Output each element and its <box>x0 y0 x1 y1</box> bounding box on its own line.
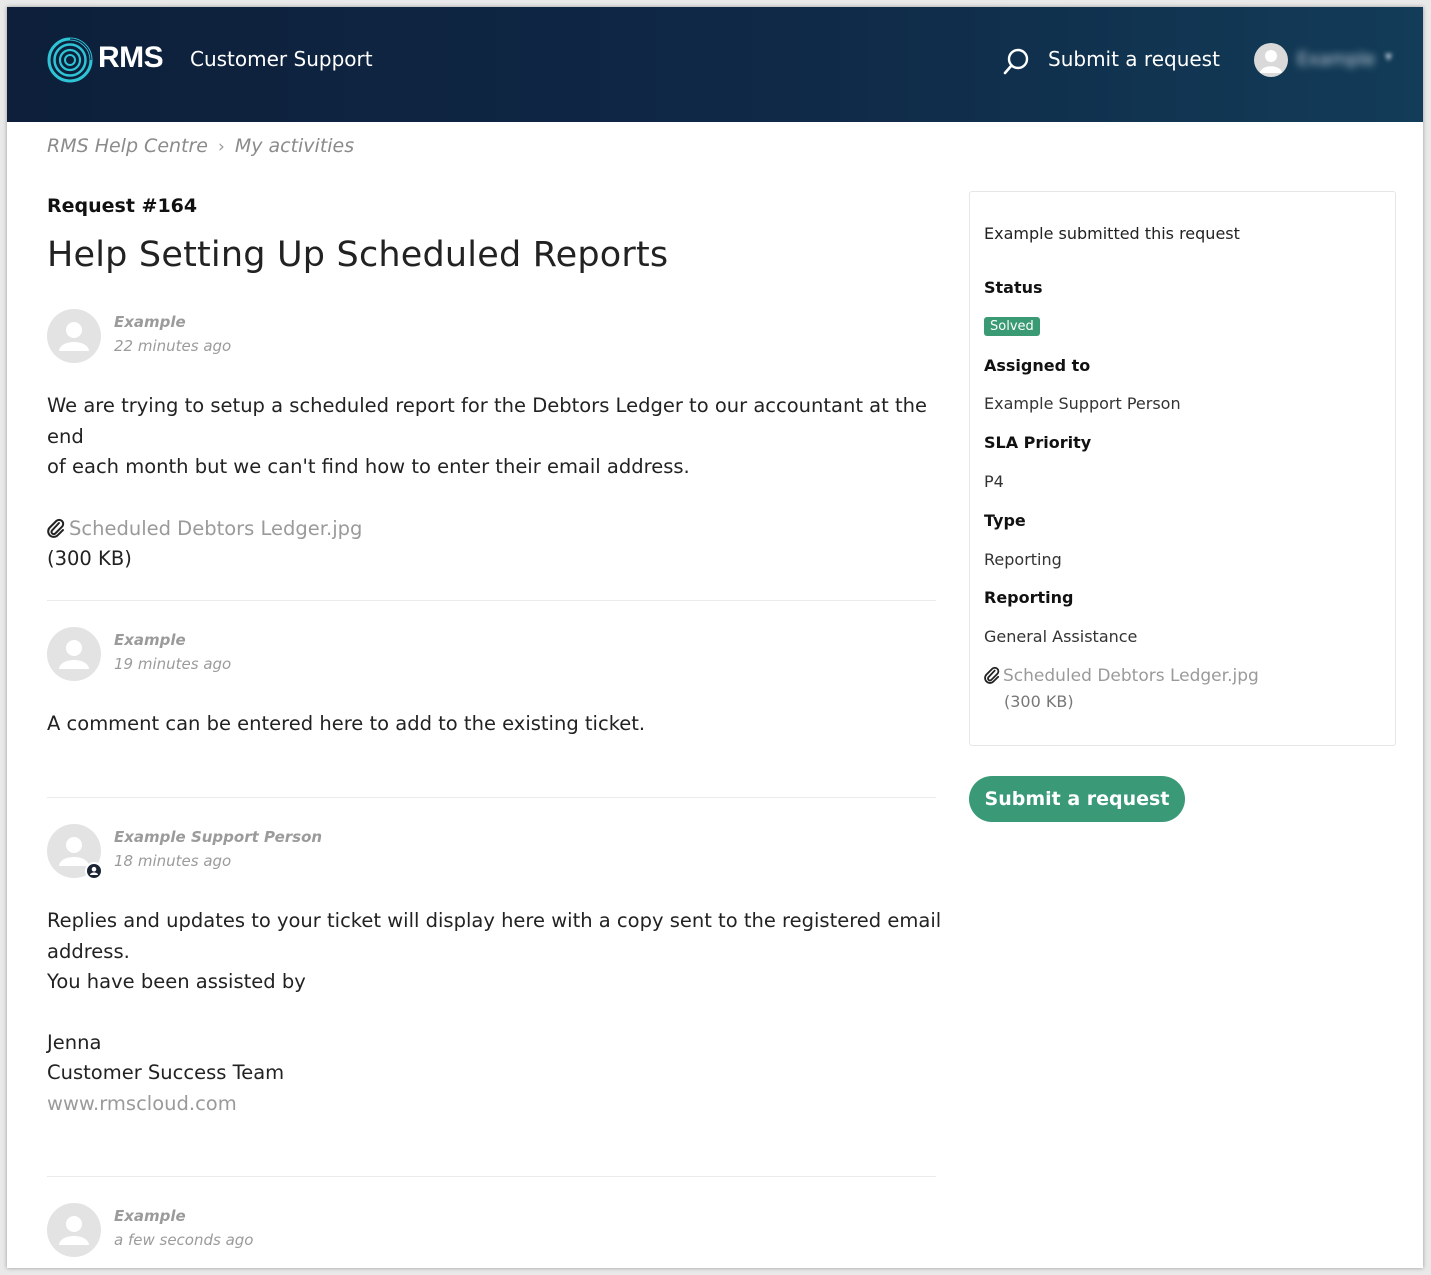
comment-time: 22 minutes ago <box>114 337 232 355</box>
attachment-size: (300 KB) <box>47 547 132 570</box>
paperclip-icon <box>984 666 1000 684</box>
comment-author: Example <box>114 1207 186 1225</box>
comment-item: Example 19 minutes ago A comment can be … <box>47 627 936 777</box>
comment-line: Replies and updates to your ticket will … <box>47 909 942 932</box>
comment-body: Replies and updates to your ticket will … <box>47 906 942 1119</box>
status-label: Status <box>984 278 1043 297</box>
search-icon[interactable] <box>1002 47 1030 77</box>
avatar <box>47 309 101 363</box>
avatar <box>47 1203 101 1257</box>
attachment-link[interactable]: Scheduled Debtors Ledger.jpg <box>47 514 942 545</box>
type-label: Type <box>984 511 1026 530</box>
comment-time: 19 minutes ago <box>114 655 232 673</box>
comment-line: We are trying to setup a scheduled repor… <box>47 394 927 448</box>
avatar <box>47 627 101 681</box>
paperclip-icon <box>47 518 65 538</box>
breadcrumb-current-link[interactable]: My activities <box>235 135 354 157</box>
user-name[interactable]: Example <box>1297 49 1375 70</box>
assigned-value: Example Support Person <box>984 394 1181 413</box>
brand-name[interactable]: RMS <box>98 41 164 75</box>
comment-line: Jenna <box>47 1030 102 1054</box>
comment-line: address. <box>47 939 130 963</box>
avatar-icon <box>59 322 89 351</box>
header-title[interactable]: Customer Support <box>190 47 373 71</box>
comment-line: Customer Success Team <box>47 1061 285 1084</box>
submitted-by-text: Example submitted this request <box>984 224 1240 243</box>
comment-line: of each month but we can't find how to e… <box>47 455 690 478</box>
site-header: RMS Customer Support Submit a request Ex… <box>7 7 1423 122</box>
comment-line: You have been assisted by <box>47 970 306 993</box>
comment-author: Example <box>114 313 186 331</box>
comment-author: Example Support Person <box>114 828 323 846</box>
attachment-name[interactable]: Scheduled Debtors Ledger.jpg <box>69 517 362 540</box>
page-title: Help Setting Up Scheduled Reports <box>47 235 669 275</box>
comment-body: We are trying to setup a scheduled repor… <box>47 391 942 575</box>
sla-priority-label: SLA Priority <box>984 433 1092 452</box>
request-details-panel: Example submitted this request Status So… <box>969 191 1396 746</box>
website-link[interactable]: www.rmscloud.com <box>47 1089 942 1120</box>
breadcrumb-home-link[interactable]: RMS Help Centre <box>47 135 208 157</box>
sidebar-attachment-link[interactable]: Scheduled Debtors Ledger.jpg <box>984 666 1259 686</box>
header-submit-request-link[interactable]: Submit a request <box>1048 47 1220 71</box>
sidebar-attachment-size: (300 KB) <box>1004 692 1074 711</box>
request-number: Request #164 <box>47 195 198 217</box>
breadcrumb: RMS Help Centre › My activities <box>47 135 354 157</box>
submit-request-button[interactable]: Submit a request <box>969 776 1185 822</box>
comment-divider <box>47 797 936 798</box>
agent-badge-icon <box>85 862 103 880</box>
user-avatar[interactable] <box>1254 43 1288 77</box>
avatar-icon <box>59 1216 89 1245</box>
comment-item: Example 22 minutes ago We are trying to … <box>47 309 936 570</box>
type-value: Reporting <box>984 550 1062 569</box>
assigned-label: Assigned to <box>984 356 1091 375</box>
sla-priority-value: P4 <box>984 472 1004 491</box>
comment-divider <box>47 1176 936 1177</box>
avatar-icon <box>59 640 89 669</box>
comment-time: 18 minutes ago <box>114 852 232 870</box>
comment-body: A comment can be entered here to add to … <box>47 709 942 740</box>
rms-logo-icon[interactable] <box>47 37 93 83</box>
comment-line <box>47 998 942 1028</box>
sidebar-attachment-name[interactable]: Scheduled Debtors Ledger.jpg <box>1003 666 1259 686</box>
comment-line: A comment can be entered here to add to … <box>47 712 646 735</box>
page-frame: RMS Customer Support Submit a request Ex… <box>7 7 1423 1268</box>
avatar-icon <box>1260 50 1282 73</box>
status-badge: Solved <box>984 317 1040 336</box>
comment-item: Example a few seconds ago <box>47 1203 936 1263</box>
comment-divider <box>47 600 936 601</box>
breadcrumb-separator: › <box>218 137 225 157</box>
reporting-value: General Assistance <box>984 627 1138 646</box>
chevron-down-icon[interactable]: ▾ <box>1385 49 1392 65</box>
reporting-label: Reporting <box>984 588 1074 607</box>
comment-time: a few seconds ago <box>114 1231 254 1249</box>
comment-item: Example Support Person 18 minutes ago Re… <box>47 824 941 1154</box>
comment-author: Example <box>114 631 186 649</box>
